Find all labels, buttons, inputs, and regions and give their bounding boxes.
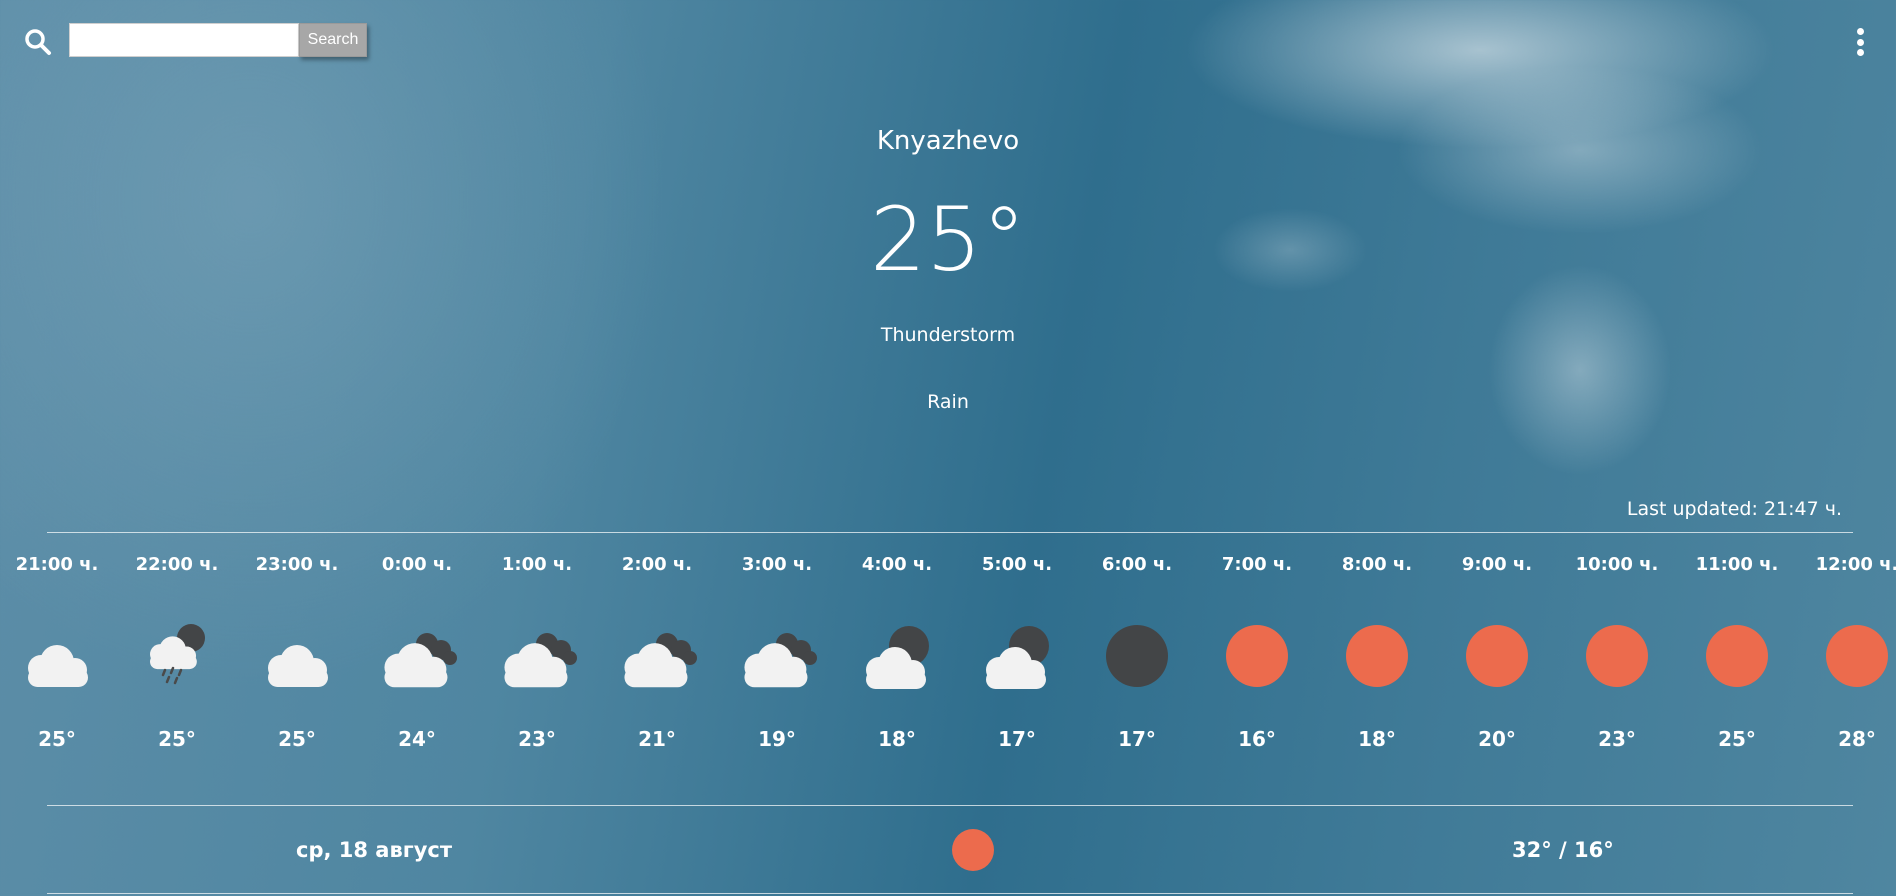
hourly-time: 1:00 ч.: [501, 554, 573, 575]
sun-icon: [1226, 625, 1288, 687]
search-icon[interactable]: [24, 28, 52, 56]
cloud-moon-icon: [866, 626, 929, 689]
sun-icon: [1586, 625, 1648, 687]
search-input[interactable]: [69, 23, 299, 57]
hourly-temperature: 20°: [1478, 727, 1516, 751]
last-updated-text: Last updated: 21:47 ч.: [1626, 498, 1842, 520]
hourly-temperature: 17°: [1118, 727, 1156, 751]
hourly-temperature: 24°: [398, 727, 436, 751]
hourly-temperature: 25°: [158, 727, 196, 751]
sun-icon: [951, 828, 995, 872]
hourly-item: 7:00 ч. 16°: [1202, 553, 1312, 751]
hourly-item: 11:00 ч. 25°: [1682, 553, 1792, 751]
hourly-time: 0:00 ч.: [381, 554, 453, 575]
cloud-moon-icon: [986, 626, 1049, 689]
more-options-icon[interactable]: [1846, 26, 1874, 58]
hourly-item: 9:00 ч. 20°: [1442, 553, 1552, 751]
hourly-temperature: 17°: [998, 727, 1036, 751]
hourly-temperature: 18°: [878, 727, 916, 751]
hourly-item: 8:00 ч. 18°: [1322, 553, 1432, 751]
hourly-item: 10:00 ч. 23°: [1562, 553, 1672, 751]
daily-temperature-range: 32° / 16°: [1512, 838, 1614, 862]
hourly-temperature: 18°: [1358, 727, 1396, 751]
hourly-item: 1:00 ч. 23°: [482, 553, 592, 751]
hourly-item: 12:00 ч. 28°: [1802, 553, 1896, 751]
cloud-icon: [268, 645, 328, 687]
current-precipitation: Rain: [927, 391, 969, 413]
hourly-time: 23:00 ч.: [255, 554, 339, 575]
cloud-dark-clouds-icon: [384, 633, 457, 688]
hourly-item: 3:00 ч. 19°: [722, 553, 832, 751]
divider: [47, 805, 1853, 806]
hourly-temperature: 21°: [638, 727, 676, 751]
hourly-item: 6:00 ч. 17°: [1082, 553, 1192, 751]
hourly-time: 22:00 ч.: [135, 554, 219, 575]
divider: [47, 532, 1853, 533]
daily-date: ср, 18 август: [296, 838, 453, 862]
hourly-item: 22:00 ч. 25°: [122, 553, 232, 751]
hourly-temperature: 28°: [1838, 727, 1876, 751]
hourly-time: 2:00 ч.: [621, 554, 693, 575]
cloud-moon-rain-icon: [150, 624, 205, 685]
hourly-time: 12:00 ч.: [1815, 554, 1896, 575]
hourly-time: 6:00 ч.: [1101, 554, 1173, 575]
sun-icon: [1346, 625, 1408, 687]
city-name: Knyazhevo: [876, 126, 1020, 156]
hourly-temperature: 25°: [38, 727, 76, 751]
hourly-time: 9:00 ч.: [1461, 554, 1533, 575]
hourly-time: 5:00 ч.: [981, 554, 1053, 575]
more-options-dot: [1856, 38, 1864, 46]
cloud-dark-clouds-icon: [624, 633, 697, 688]
hourly-time: 8:00 ч.: [1341, 554, 1413, 575]
moon-icon: [1106, 625, 1168, 687]
search-button[interactable]: Search: [299, 23, 367, 57]
sun-icon: [1826, 625, 1888, 687]
hourly-item: 5:00 ч. 17°: [962, 553, 1072, 751]
hourly-temperature: 23°: [1598, 727, 1636, 751]
cloud-dark-clouds-icon: [504, 633, 577, 688]
hourly-item: 4:00 ч. 18°: [842, 553, 952, 751]
hourly-temperature: 25°: [278, 727, 316, 751]
hourly-item: 23:00 ч. 25°: [242, 553, 352, 751]
hourly-time: 3:00 ч.: [741, 554, 813, 575]
hourly-time: 11:00 ч.: [1695, 554, 1779, 575]
hourly-forecast: 21:00 ч. 25° 22:00 ч. 25° 23:00 ч. 25° 0…: [0, 553, 1896, 793]
hourly-temperature: 23°: [518, 727, 556, 751]
hourly-time: 10:00 ч.: [1575, 554, 1659, 575]
hourly-item: 2:00 ч. 21°: [602, 553, 712, 751]
cloud-icon: [28, 645, 88, 687]
more-options-dot: [1856, 49, 1864, 56]
sun-icon: [1706, 625, 1768, 687]
hourly-temperature: 16°: [1238, 727, 1276, 751]
hourly-temperature: 25°: [1718, 727, 1756, 751]
hourly-time: 7:00 ч.: [1221, 554, 1293, 575]
hourly-item: 0:00 ч. 24°: [362, 553, 472, 751]
current-temperature: 25°: [870, 188, 1026, 291]
hourly-item: 21:00 ч. 25°: [2, 553, 112, 751]
more-options-dot: [1856, 28, 1864, 35]
sun-icon: [1466, 625, 1528, 687]
hourly-time: 21:00 ч.: [15, 554, 99, 575]
divider: [47, 893, 1853, 894]
hourly-time: 4:00 ч.: [861, 554, 933, 575]
hourly-temperature: 19°: [758, 727, 796, 751]
cloud-dark-clouds-icon: [744, 633, 817, 688]
current-condition: Thunderstorm: [880, 324, 1016, 346]
